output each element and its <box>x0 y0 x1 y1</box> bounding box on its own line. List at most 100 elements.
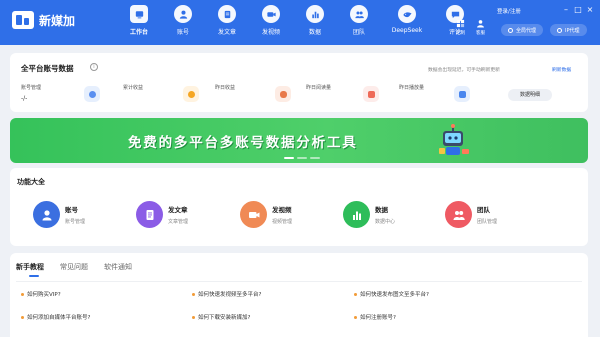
nav-account[interactable]: 账号 <box>164 5 202 36</box>
stats-title: 全平台账号数据 <box>21 64 74 73</box>
login-link[interactable]: 登录/注册 <box>497 7 521 15</box>
func-desc: 文章管理 <box>168 219 189 225</box>
func-desc: 数据中心 <box>375 219 396 225</box>
bullet-icon <box>21 292 24 296</box>
func-name: 发视频 <box>272 206 292 214</box>
question-text: 如何快速发布图文至多平台? <box>360 292 429 298</box>
func-account[interactable]: 账号 账号管理 <box>33 201 85 228</box>
question-link[interactable]: 如何快速发布图文至多平台? <box>354 290 429 298</box>
stat-yesterday-plays: 昨日播放量 <box>399 84 424 91</box>
func-team[interactable]: 团队 团队管理 <box>445 201 497 228</box>
stat-yesterday-reads: 昨日阅读量 <box>306 84 331 91</box>
func-video[interactable]: 发视频 视频管理 <box>240 201 292 228</box>
nav-label: 团队 <box>352 29 365 36</box>
func-article[interactable]: 发文章 文章管理 <box>136 201 188 228</box>
tab-notice[interactable]: 软件通知 <box>104 262 132 272</box>
team-icon <box>350 5 368 23</box>
stat-total-income: 累计收益 <box>123 84 143 91</box>
question-link[interactable]: 如何购买VIP? <box>21 290 61 298</box>
tab-beginner[interactable]: 新手教程 <box>16 262 44 277</box>
question-text: 如何注册账号? <box>360 315 396 321</box>
stat-account-management[interactable]: 账号管理 -/- <box>21 84 41 102</box>
nav-deepseek[interactable]: DeepSeek <box>384 5 430 36</box>
tutorials-card: 新手教程 常见问题 软件通知 如何购买VIP? 如何快速发视频至多平台? 如何快… <box>10 253 588 337</box>
app-logo: 新媒加 <box>12 11 75 29</box>
stat-label: 昨日收益 <box>215 85 236 91</box>
nav-label: 账号 <box>176 29 189 36</box>
bullet-icon <box>192 292 195 296</box>
data-detail-button[interactable]: 数据明细 <box>508 89 552 101</box>
func-name: 账号 <box>65 206 78 214</box>
ip-proxy-label: IP代理 <box>565 27 580 34</box>
global-proxy-button[interactable]: 全局代理 <box>501 24 544 36</box>
nav-data[interactable]: 数据 <box>296 5 334 36</box>
stats-note: 数据会出现延迟，可手动刷新更新 <box>428 68 500 73</box>
func-desc: 账号管理 <box>65 219 86 225</box>
article-icon <box>218 5 236 23</box>
info-icon[interactable]: i <box>90 63 98 71</box>
promo-banner[interactable]: 免费的多平台多账号数据分析工具 <box>10 118 588 163</box>
stats-card: 全平台账号数据 i 数据会出现延迟，可手动刷新更新 刷新数据 账号管理 -/- … <box>10 53 588 112</box>
question-link[interactable]: 如何添加自媒体平台账号? <box>21 313 90 321</box>
func-name: 团队 <box>477 206 490 214</box>
workbench-icon <box>130 5 148 23</box>
support-icon <box>477 20 484 28</box>
func-name: 发文章 <box>168 206 188 214</box>
close-icon[interactable]: × <box>584 6 596 14</box>
globe-icon <box>508 27 513 33</box>
func-desc: 团队管理 <box>477 219 498 225</box>
functions-title: 功能大全 <box>17 178 45 186</box>
func-desc: 视频管理 <box>272 219 293 225</box>
question-link[interactable]: 如何注册账号? <box>354 313 396 321</box>
func-name: 数据 <box>375 206 388 214</box>
plays-icon <box>454 86 470 102</box>
nav-label: 工作台 <box>129 29 148 36</box>
reads-icon <box>363 86 379 102</box>
document-icon <box>136 201 163 228</box>
support-label: 客服 <box>476 31 485 36</box>
money-bag-icon <box>275 86 291 102</box>
divider <box>16 281 582 282</box>
refresh-data-link[interactable]: 刷新数据 <box>552 66 571 73</box>
stat-value: -/- <box>21 95 28 102</box>
account-icon <box>174 5 192 23</box>
func-data[interactable]: 数据 数据中心 <box>343 201 395 228</box>
banner-text: 免费的多平台多账号数据分析工具 <box>128 135 358 151</box>
nav-label: 发文章 <box>217 29 236 36</box>
question-link[interactable]: 如何快速发视频至多平台? <box>192 290 261 298</box>
nav-team[interactable]: 团队 <box>340 5 378 36</box>
nav-label: DeepSeek <box>391 27 423 34</box>
team-icon <box>445 201 472 228</box>
window-controls: – □ × <box>560 6 596 14</box>
nav-comment[interactable]: 评论 <box>436 5 474 36</box>
banner-pagination[interactable] <box>284 157 323 159</box>
nav-article[interactable]: 发文章 <box>208 5 246 36</box>
maximize-icon[interactable]: □ <box>572 6 584 14</box>
stat-label: 累计收益 <box>123 85 144 91</box>
question-link[interactable]: 如何下载安装新媒加? <box>192 313 250 321</box>
video-camera-icon <box>240 201 267 228</box>
question-text: 如何购买VIP? <box>27 292 61 298</box>
bar-chart-icon <box>343 201 370 228</box>
nav-workbench[interactable]: 工作台 <box>120 5 158 36</box>
question-text: 如何添加自媒体平台账号? <box>27 315 91 321</box>
tab-faq[interactable]: 常见问题 <box>60 262 88 272</box>
global-proxy-label: 全局代理 <box>516 27 537 34</box>
customize-icon <box>456 19 465 28</box>
chart-icon <box>306 5 324 23</box>
support-button[interactable]: 客服 <box>476 19 485 36</box>
functions-card: 功能大全 账号 账号管理 发文章 文章管理 发视频 视频管理 数据 数据中心 团… <box>10 168 588 246</box>
nav-label: 数据 <box>308 29 321 36</box>
bullet-icon <box>21 315 24 319</box>
customize-button[interactable]: 定制 <box>456 19 465 36</box>
minimize-icon[interactable]: – <box>560 6 572 14</box>
question-text: 如何下载安装新媒加? <box>198 315 251 321</box>
ip-proxy-button[interactable]: IP代理 <box>550 24 587 36</box>
robot-icon <box>439 124 469 155</box>
stat-label: 昨日阅读量 <box>306 85 332 91</box>
stat-label: 账号管理 <box>21 85 42 91</box>
app-name: 新媒加 <box>39 13 76 28</box>
proxy-icon <box>557 27 562 33</box>
stat-label: 昨日播放量 <box>399 85 425 91</box>
nav-video[interactable]: 发视频 <box>252 5 290 36</box>
